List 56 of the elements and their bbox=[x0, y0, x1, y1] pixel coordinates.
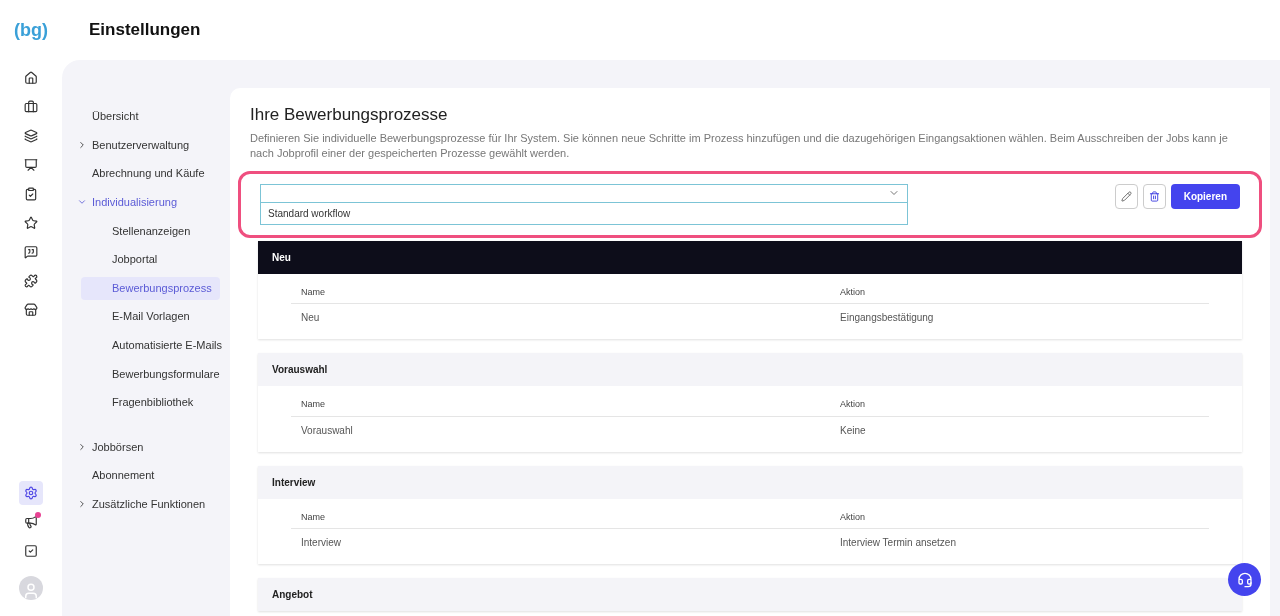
chevron-icon bbox=[77, 442, 87, 453]
column-header: Name bbox=[301, 510, 326, 524]
settings-icon bbox=[24, 486, 38, 500]
column-header: Aktion bbox=[840, 285, 866, 299]
puzzle-icon bbox=[24, 274, 38, 288]
column-header: Aktion bbox=[840, 398, 866, 411]
table-cell-text: Eingangsbestätigung bbox=[840, 311, 935, 325]
section-description: Definieren Sie individuelle Bewerbungsprozesse für Ihr System. Sie können neue Schritte im Prozess hinzufügen und die dazugehörigen Eingangsaktionen wählen. Beim Ausschreiben der Jobs kann je nach Jobprofil einer der gespeicherten Prozesse gewählt werden. bbox=[250, 130, 1229, 161]
rail-button[interactable] bbox=[19, 481, 43, 505]
sidebar-item[interactable]: Stellenanzeigen bbox=[81, 219, 217, 243]
stage-header[interactable]: Interview bbox=[258, 465, 1242, 499]
chevron-icon bbox=[77, 140, 87, 151]
checkbox-icon bbox=[24, 544, 38, 558]
dropdown-option[interactable]: Standard workflow bbox=[261, 202, 907, 224]
message-icon bbox=[24, 245, 38, 259]
page-title: Einstellungen bbox=[89, 19, 201, 42]
layers-icon bbox=[24, 129, 38, 143]
sidebar-item[interactable]: Abrechnung und Käufe bbox=[81, 162, 205, 186]
table-cell-text: Interview Termin ansetzen bbox=[840, 536, 957, 550]
sidebar-item[interactable]: Individualisierung bbox=[81, 190, 177, 214]
headset-icon bbox=[1236, 571, 1253, 588]
sidebar-item[interactable]: Bewerbungsformulare bbox=[81, 362, 228, 386]
trash-icon bbox=[1148, 190, 1160, 202]
sidebar-item[interactable]: Jobbörsen bbox=[81, 435, 144, 459]
table-cell-text: Neu bbox=[301, 311, 321, 325]
sidebar-item[interactable]: Automatisierte E-Mails bbox=[81, 333, 231, 357]
copy-button[interactable]: Kopieren bbox=[1170, 183, 1240, 209]
section-title: Ihre Bewerbungsprozesse bbox=[250, 104, 449, 126]
sidebar-item[interactable]: E-Mail Vorlagen bbox=[81, 305, 217, 329]
pencil-icon bbox=[1120, 190, 1132, 202]
sidebar-item[interactable]: Abonnement bbox=[81, 464, 155, 488]
megaphone-icon bbox=[24, 515, 38, 529]
home-icon bbox=[24, 71, 38, 85]
clipboard-icon bbox=[24, 187, 38, 201]
column-header: Aktion bbox=[840, 510, 866, 524]
table-cell-text: Interview bbox=[301, 536, 342, 550]
chevron-icon bbox=[77, 499, 87, 510]
table-cell-text: Vorauswahl bbox=[301, 423, 354, 438]
sidebar-item[interactable]: Fragenbibliothek bbox=[81, 390, 217, 414]
stage-header[interactable]: Neu bbox=[258, 240, 1242, 274]
delete-button[interactable] bbox=[1142, 183, 1166, 209]
column-header: Name bbox=[301, 285, 326, 299]
stage-header[interactable]: Angebot bbox=[258, 578, 1242, 611]
sidebar-item[interactable]: Jobportal bbox=[81, 247, 217, 271]
sidebar-item[interactable]: Übersicht bbox=[81, 105, 139, 128]
briefcase-icon bbox=[24, 100, 38, 114]
sidebar-item[interactable]: Bewerbungsprozess bbox=[81, 276, 220, 300]
column-header: Name bbox=[301, 398, 326, 411]
stage-header[interactable]: Vorauswahl bbox=[258, 353, 1242, 386]
presentation-icon bbox=[24, 158, 38, 172]
edit-button[interactable] bbox=[1114, 183, 1138, 209]
store-icon bbox=[24, 303, 38, 317]
sidebar-item[interactable]: Zusätzliche Funktionen bbox=[81, 492, 206, 516]
sidebar-item[interactable]: Benutzerverwaltung bbox=[81, 133, 190, 157]
star-icon bbox=[24, 216, 38, 230]
table-cell-text: Keine bbox=[840, 423, 867, 438]
